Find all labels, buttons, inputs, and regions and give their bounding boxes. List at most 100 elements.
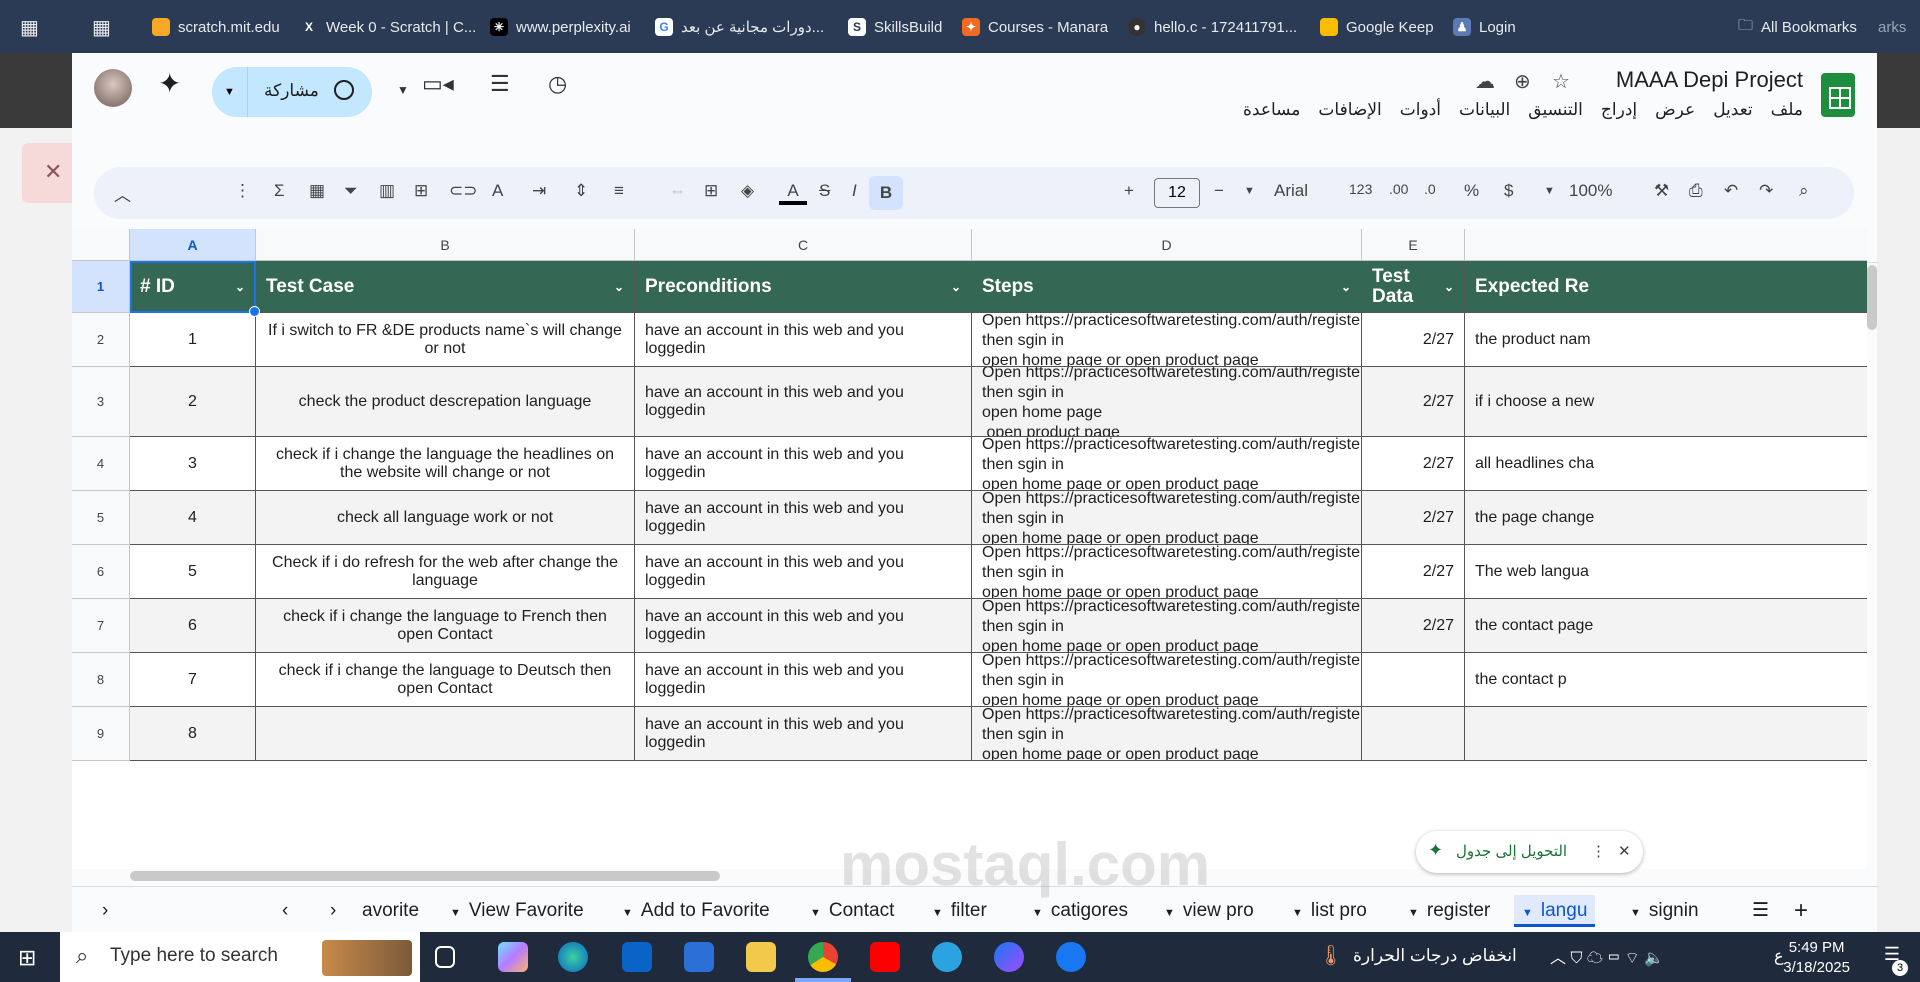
cell-steps[interactable]: Open https://practicesoftwaretesting.com…	[972, 599, 1362, 653]
cell-test-data[interactable]: 2/27	[1362, 491, 1465, 545]
cell-expected-result[interactable]: all headlines cha	[1465, 437, 1867, 491]
more-options-icon[interactable]: ⋮	[1591, 842, 1606, 860]
cell-precondition[interactable]: have an account in this web and you logg…	[635, 653, 972, 707]
youtube-icon[interactable]	[870, 942, 900, 972]
cell-test-case[interactable]: check all language work or not	[256, 491, 635, 545]
column-header-e[interactable]: E	[1362, 229, 1465, 261]
chevron-down-icon[interactable]: ⌄	[614, 280, 624, 294]
history-icon[interactable]: ◷	[548, 71, 567, 97]
cell-precondition[interactable]: have an account in this web and you logg…	[635, 367, 972, 437]
row-header[interactable]: 6	[72, 545, 130, 599]
video-call-icon[interactable]: ▭◂	[422, 71, 454, 97]
bookmark-all[interactable]: 🗀 All Bookmarks	[1738, 16, 1857, 38]
menu-file[interactable]: ملف	[1771, 100, 1803, 120]
zoom-dropdown-icon[interactable]: ▼	[1544, 185, 1555, 197]
cell-test-case[interactable]: check if i change the language to Deutsc…	[256, 653, 635, 707]
cell-id[interactable]: 4	[130, 491, 256, 545]
header-steps[interactable]: Steps ⌄	[972, 261, 1362, 313]
telegram-icon[interactable]	[932, 942, 962, 972]
tab-view-pro[interactable]: ▼ view pro	[1164, 895, 1254, 927]
cell-id[interactable]: 7	[130, 653, 256, 707]
close-icon[interactable]: ✕	[1618, 842, 1631, 860]
share-button[interactable]: ▼ مشاركة	[212, 67, 372, 117]
font-size-input[interactable]: 12	[1154, 178, 1200, 208]
italic-icon[interactable]: I	[852, 181, 857, 201]
cell-test-case[interactable]: Check if i do refresh for the web after …	[256, 545, 635, 599]
cell-steps[interactable]: Open https://practicesoftwaretesting.com…	[972, 367, 1362, 437]
text-color-icon[interactable]: A	[779, 181, 807, 205]
cell-test-case[interactable]: If i switch to FR &DE products name`s wi…	[256, 313, 635, 367]
convert-to-table-chip[interactable]: ✦ التحويل إلى جدول ⋮ ✕	[1416, 831, 1643, 873]
dropdown-icon[interactable]: ▼	[932, 907, 943, 919]
filter-icon[interactable]: ⏷	[344, 181, 358, 201]
file-explorer-icon[interactable]	[746, 942, 776, 972]
move-to-drive-icon[interactable]: ⊕	[1514, 69, 1531, 94]
search-icon[interactable]: ⌕	[1799, 181, 1809, 201]
cell-test-case[interactable]: check the product descrepation language	[256, 367, 635, 437]
menu-help[interactable]: مساعدة	[1243, 100, 1300, 120]
percent-button[interactable]: %	[1464, 181, 1479, 201]
chevron-down-icon[interactable]: ⌄	[1444, 277, 1454, 297]
bookmark-week0[interactable]: X Week 0 - Scratch | C...	[300, 16, 476, 38]
windows-start-icon[interactable]: ⊞	[18, 945, 36, 971]
menu-format[interactable]: التنسيق	[1528, 100, 1583, 120]
row-header[interactable]: 8	[72, 653, 130, 707]
tab-contact[interactable]: ▼ Contact	[810, 895, 894, 927]
borders-icon[interactable]: ⊞	[704, 181, 718, 201]
number-format-button[interactable]: 123	[1349, 181, 1372, 197]
apps-icon[interactable]: ▦	[92, 16, 111, 39]
collapse-toolbar-icon[interactable]: ︿	[114, 181, 131, 206]
strikethrough-icon[interactable]: S	[819, 181, 830, 201]
cell-steps[interactable]: Open https://practicesoftwaretesting.com…	[972, 437, 1362, 491]
cell-precondition[interactable]: have an account in this web and you logg…	[635, 545, 972, 599]
cell-test-data[interactable]: 2/27	[1362, 367, 1465, 437]
cell-id[interactable]: 3	[130, 437, 256, 491]
vertical-scrollbar[interactable]	[1867, 265, 1877, 330]
cell-steps[interactable]: Open https://practicesoftwaretesting.com…	[972, 545, 1362, 599]
tab-filter[interactable]: ▼ filter	[932, 895, 987, 927]
scroll-tabs-right-icon[interactable]: ›	[330, 895, 336, 927]
column-header-a[interactable]: A	[130, 229, 256, 261]
tab-add-to-favorite[interactable]: ▼ Add to Favorite	[622, 895, 770, 927]
convert-to-table-label[interactable]: التحويل إلى جدول	[1456, 842, 1567, 860]
menu-edit[interactable]: تعديل	[1713, 100, 1752, 120]
cell-steps[interactable]: Open https://practicesoftwaretesting.com…	[972, 313, 1362, 367]
row-header[interactable]: 9	[72, 707, 130, 761]
header-test-data[interactable]: Test Data ⌄	[1362, 261, 1465, 313]
cell-test-case[interactable]: check if i change the language to French…	[256, 599, 635, 653]
cell-precondition[interactable]: have an account in this web and you logg…	[635, 437, 972, 491]
dropdown-icon[interactable]: ▼	[622, 907, 633, 919]
chrome-icon[interactable]	[808, 942, 838, 972]
tab-catigores[interactable]: ▼ catigores	[1032, 895, 1128, 927]
row-header[interactable]: 4	[72, 437, 130, 491]
scroll-tabs-left-icon[interactable]: ‹	[282, 895, 288, 927]
fill-color-icon[interactable]: ◈	[741, 181, 754, 201]
currency-button[interactable]: $	[1504, 181, 1513, 201]
cell-test-data[interactable]	[1362, 707, 1465, 761]
increase-font-icon[interactable]: +	[1124, 181, 1134, 201]
header-test-case[interactable]: Test Case ⌄	[256, 261, 635, 313]
close-icon[interactable]: ✕	[44, 159, 62, 185]
tab-register[interactable]: ▼ register	[1408, 895, 1490, 927]
font-select[interactable]: Arial	[1274, 181, 1308, 201]
cell-expected-result[interactable]: The web langua	[1465, 545, 1867, 599]
font-dropdown-icon[interactable]: ▼	[1244, 185, 1255, 197]
chevron-down-icon[interactable]: ⌄	[1341, 280, 1351, 294]
cell-precondition[interactable]: have an account in this web and you logg…	[635, 707, 972, 761]
merge-cells-icon[interactable]: ⇔	[669, 181, 686, 201]
star-icon[interactable]: ☆	[1552, 69, 1570, 94]
tab-langu[interactable]: ▼ langu	[1514, 895, 1596, 927]
taskbar-clock[interactable]: 5:49 PM 3/18/2025	[1783, 938, 1850, 978]
cell-steps[interactable]: Open https://practicesoftwaretesting.com…	[972, 491, 1362, 545]
dropdown-icon[interactable]: ▼	[1522, 907, 1533, 919]
menu-data[interactable]: البيانات	[1459, 100, 1510, 120]
column-header-f[interactable]	[1465, 229, 1867, 261]
header-id[interactable]: # ID ⌄	[130, 261, 256, 313]
dropdown-icon[interactable]: ▼	[810, 907, 821, 919]
tab-favorite[interactable]: avorite	[362, 895, 419, 927]
column-header-d[interactable]: D	[972, 229, 1362, 261]
cell-test-case[interactable]: check if i change the language the headl…	[256, 437, 635, 491]
text-wrap-icon[interactable]: ⇥	[532, 181, 546, 201]
vertical-align-icon[interactable]: ⇕	[574, 181, 588, 201]
chart-icon[interactable]: ▥	[379, 181, 395, 201]
